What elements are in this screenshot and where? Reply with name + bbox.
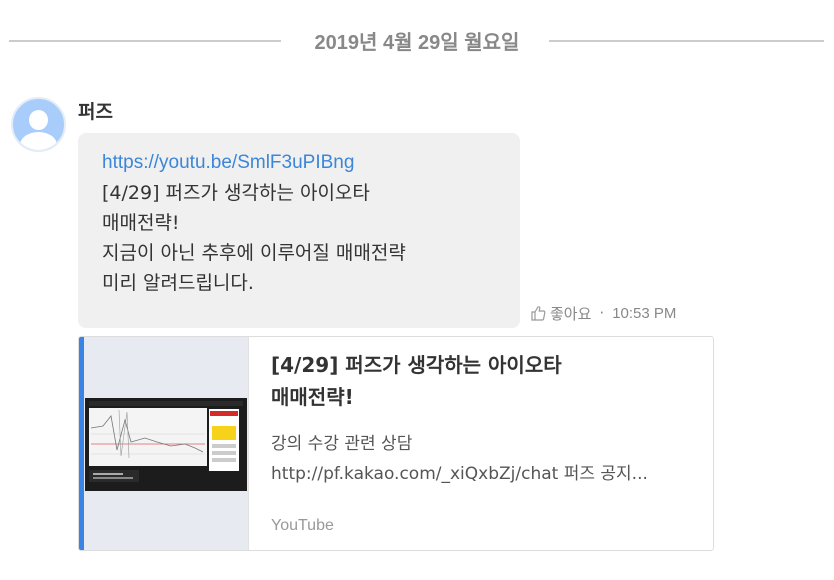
message-time: 10:53 PM xyxy=(612,304,677,322)
message-line: [4/29] 퍼즈가 생각하는 아이오타 xyxy=(102,182,370,204)
like-label[interactable]: 좋아요 xyxy=(550,303,591,324)
card-title-line[interactable]: 매매전략! xyxy=(271,381,701,413)
avatar-body-shape xyxy=(20,132,57,150)
sender-name[interactable]: 퍼즈 xyxy=(78,97,113,124)
card-content[interactable]: [4/29] 퍼즈가 생각하는 아이오타 매매전략! 강의 수강 관련 상담 h… xyxy=(271,349,701,489)
video-thumbnail-icon xyxy=(85,398,247,491)
avatar[interactable] xyxy=(11,97,66,152)
message-bubble: https://youtu.be/SmlF3uPIBng [4/29] 퍼즈가 … xyxy=(78,133,520,328)
card-title-line[interactable]: [4/29] 퍼즈가 생각하는 아이오타 xyxy=(271,349,701,381)
message-line: 지금이 아닌 추후에 이루어질 매매전략 xyxy=(102,242,406,264)
message-meta: 좋아요 · 10:53 PM xyxy=(530,302,676,324)
meta-separator: · xyxy=(599,304,605,322)
thumbs-up-icon[interactable] xyxy=(530,305,546,321)
divider-line-left xyxy=(9,40,281,42)
message-line: 매매전략! xyxy=(102,212,180,234)
card-thumbnail[interactable] xyxy=(84,337,249,550)
avatar-head-shape xyxy=(29,110,48,130)
card-description-line: 강의 수강 관련 상담 xyxy=(271,434,413,454)
message-line: 미리 알려드립니다. xyxy=(102,272,254,294)
divider-line-right xyxy=(549,40,824,42)
card-source: YouTube xyxy=(271,517,334,534)
date-divider: 2019년 4월 29일 월요일 xyxy=(9,24,824,56)
date-label: 2019년 4월 29일 월요일 xyxy=(314,32,520,54)
link-preview-card[interactable]: [4/29] 퍼즈가 생각하는 아이오타 매매전략! 강의 수강 관련 상담 h… xyxy=(78,336,714,551)
message-link[interactable]: https://youtu.be/SmlF3uPIBng xyxy=(102,148,520,178)
card-description-line: http://pf.kakao.com/_xiQxbZj/chat 퍼즈 공지.… xyxy=(271,464,648,484)
